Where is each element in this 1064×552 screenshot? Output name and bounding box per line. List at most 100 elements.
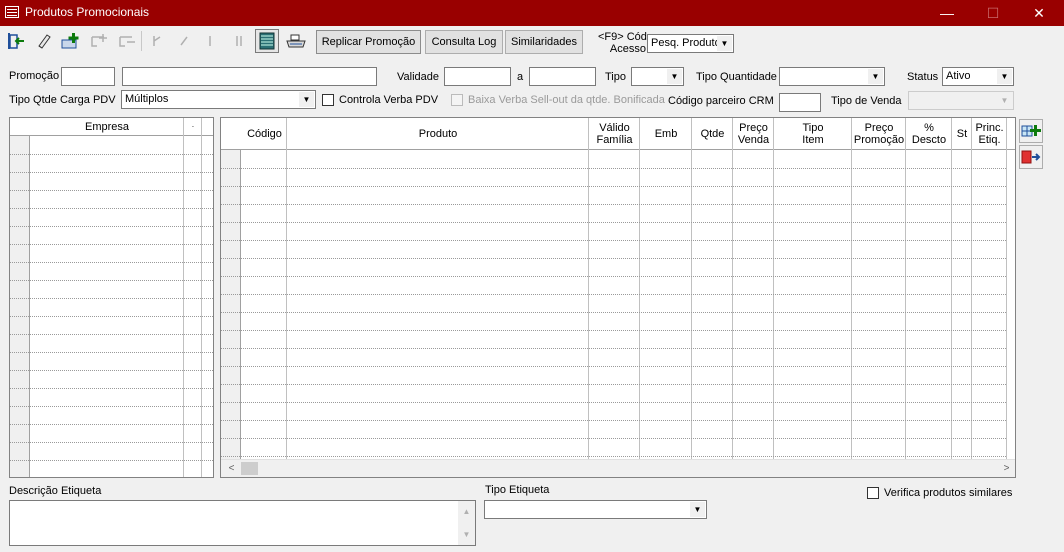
table-row[interactable] [10, 280, 213, 281]
cursor-double-bar-icon[interactable] [227, 29, 251, 53]
table-row[interactable] [221, 456, 1007, 457]
column-header-princ-etiq[interactable]: Princ. Etiq. [972, 118, 1007, 150]
table-row[interactable] [221, 420, 1007, 421]
table-row[interactable] [10, 262, 213, 263]
chevron-down-icon[interactable]: ▼ [997, 69, 1012, 84]
table-row[interactable] [10, 352, 213, 353]
table-row[interactable] [221, 402, 1007, 403]
promocao-code-input[interactable] [61, 67, 115, 86]
table-row[interactable] [10, 244, 213, 245]
table-row[interactable] [10, 424, 213, 425]
produto-grid[interactable]: Código Produto Válido Família Emb Qtde Preço … [220, 117, 1016, 478]
table-row[interactable] [10, 172, 213, 173]
table-row[interactable] [10, 334, 213, 335]
pesq-produto-select[interactable]: Pesq. Produto ▼ [647, 34, 734, 53]
maximize-button[interactable]: ☐ [970, 0, 1016, 26]
table-row[interactable] [221, 348, 1007, 349]
tipo-select[interactable]: ▼ [631, 67, 684, 86]
exit-icon[interactable] [4, 29, 28, 53]
table-row[interactable] [221, 240, 1007, 241]
table-row[interactable] [221, 258, 1007, 259]
table-row[interactable] [10, 460, 213, 461]
chevron-down-icon[interactable]: ▼ [299, 92, 314, 107]
column-header-valido-familia[interactable]: Válido Família [589, 118, 640, 150]
similaridades-button[interactable]: Similaridades [505, 30, 583, 54]
scroll-up-icon[interactable]: ▲ [458, 503, 475, 520]
tipo-etiqueta-select[interactable]: ▼ [484, 500, 707, 519]
column-header-preco-promocao[interactable]: Preço Promoção [852, 118, 906, 150]
column-divider [286, 118, 287, 459]
scroll-down-icon[interactable]: ▼ [458, 526, 475, 543]
minimize-button[interactable]: — [924, 0, 970, 26]
column-header-codigo[interactable]: Código [242, 118, 287, 150]
tipo-qtde-carga-pdv-select[interactable]: Múltiplos ▼ [121, 90, 316, 109]
transfer-product-icon[interactable] [1019, 145, 1043, 169]
table-row[interactable] [221, 276, 1007, 277]
empresa-flag-column-header[interactable]: · [184, 118, 202, 136]
table-row[interactable] [221, 384, 1007, 385]
chevron-down-icon[interactable]: ▼ [868, 69, 883, 84]
table-row[interactable] [221, 222, 1007, 223]
column-header-desconto[interactable]: % Descto [906, 118, 952, 150]
eraser-icon[interactable] [32, 29, 56, 53]
status-select[interactable]: Ativo ▼ [942, 67, 1014, 86]
descricao-etiqueta-textarea[interactable]: ▲ ▼ [9, 500, 476, 546]
chevron-down-icon[interactable]: ▼ [667, 69, 682, 84]
codigo-parceiro-crm-input[interactable] [779, 93, 821, 112]
empresa-column-header[interactable]: Empresa [31, 118, 183, 136]
table-row[interactable] [221, 294, 1007, 295]
tipo-de-venda-select[interactable]: ▼ [908, 91, 1014, 110]
scroll-thumb[interactable] [241, 462, 258, 475]
table-row[interactable] [221, 312, 1007, 313]
chevron-down-icon[interactable]: ▼ [997, 93, 1012, 108]
table-row[interactable] [10, 442, 213, 443]
promocao-description-input[interactable] [122, 67, 377, 86]
verifica-produtos-similares-checkbox[interactable] [867, 487, 879, 499]
table-row[interactable] [10, 388, 213, 389]
print-icon[interactable] [284, 29, 308, 53]
consulta-log-button[interactable]: Consulta Log [425, 30, 503, 54]
tipo-quantidade-select[interactable]: ▼ [779, 67, 885, 86]
table-row[interactable] [10, 190, 213, 191]
table-row[interactable] [10, 316, 213, 317]
column-header-preco-venda[interactable]: Preço Venda [733, 118, 774, 150]
table-row[interactable] [221, 366, 1007, 367]
table-row[interactable] [10, 298, 213, 299]
table-row[interactable] [10, 406, 213, 407]
columns-icon[interactable] [255, 29, 279, 53]
empresa-grid[interactable]: Empresa · [9, 117, 214, 478]
chevron-down-icon[interactable]: ▼ [717, 36, 732, 51]
table-row[interactable] [10, 226, 213, 227]
table-row[interactable] [221, 438, 1007, 439]
produto-horizontal-scrollbar[interactable]: < > [221, 459, 1015, 477]
column-header-st[interactable]: St [952, 118, 972, 150]
scroll-right-icon[interactable]: > [998, 460, 1015, 477]
add-record-icon[interactable] [59, 29, 83, 53]
add-product-icon[interactable] [1019, 119, 1043, 143]
table-row[interactable] [10, 154, 213, 155]
table-row[interactable] [221, 168, 1007, 169]
column-header-tipo-item[interactable]: Tipo Item [774, 118, 852, 150]
remove-below-icon[interactable] [115, 29, 139, 53]
validade-to-input[interactable] [529, 67, 596, 86]
validade-from-input[interactable] [444, 67, 511, 86]
controla-verba-pdv-checkbox[interactable] [322, 94, 334, 106]
table-row[interactable] [221, 186, 1007, 187]
column-header-qtde[interactable]: Qtde [692, 118, 733, 150]
table-row[interactable] [10, 208, 213, 209]
cursor-step-icon[interactable] [172, 29, 196, 53]
replicar-promocao-button[interactable]: Replicar Promoção [316, 30, 421, 54]
descricao-vertical-scrollbar[interactable]: ▲ ▼ [458, 501, 475, 545]
table-row[interactable] [221, 330, 1007, 331]
table-row[interactable] [10, 370, 213, 371]
cursor-first-icon[interactable] [145, 29, 169, 53]
column-header-emb[interactable]: Emb [640, 118, 692, 150]
table-row[interactable] [221, 204, 1007, 205]
column-header-produto[interactable]: Produto [287, 118, 589, 150]
cursor-bar-icon[interactable] [198, 29, 222, 53]
chevron-down-icon[interactable]: ▼ [690, 502, 705, 517]
scroll-left-icon[interactable]: < [223, 460, 240, 477]
insert-below-icon[interactable] [87, 29, 111, 53]
baixa-verba-checkbox[interactable] [451, 94, 463, 106]
close-button[interactable]: ✕ [1016, 0, 1062, 26]
